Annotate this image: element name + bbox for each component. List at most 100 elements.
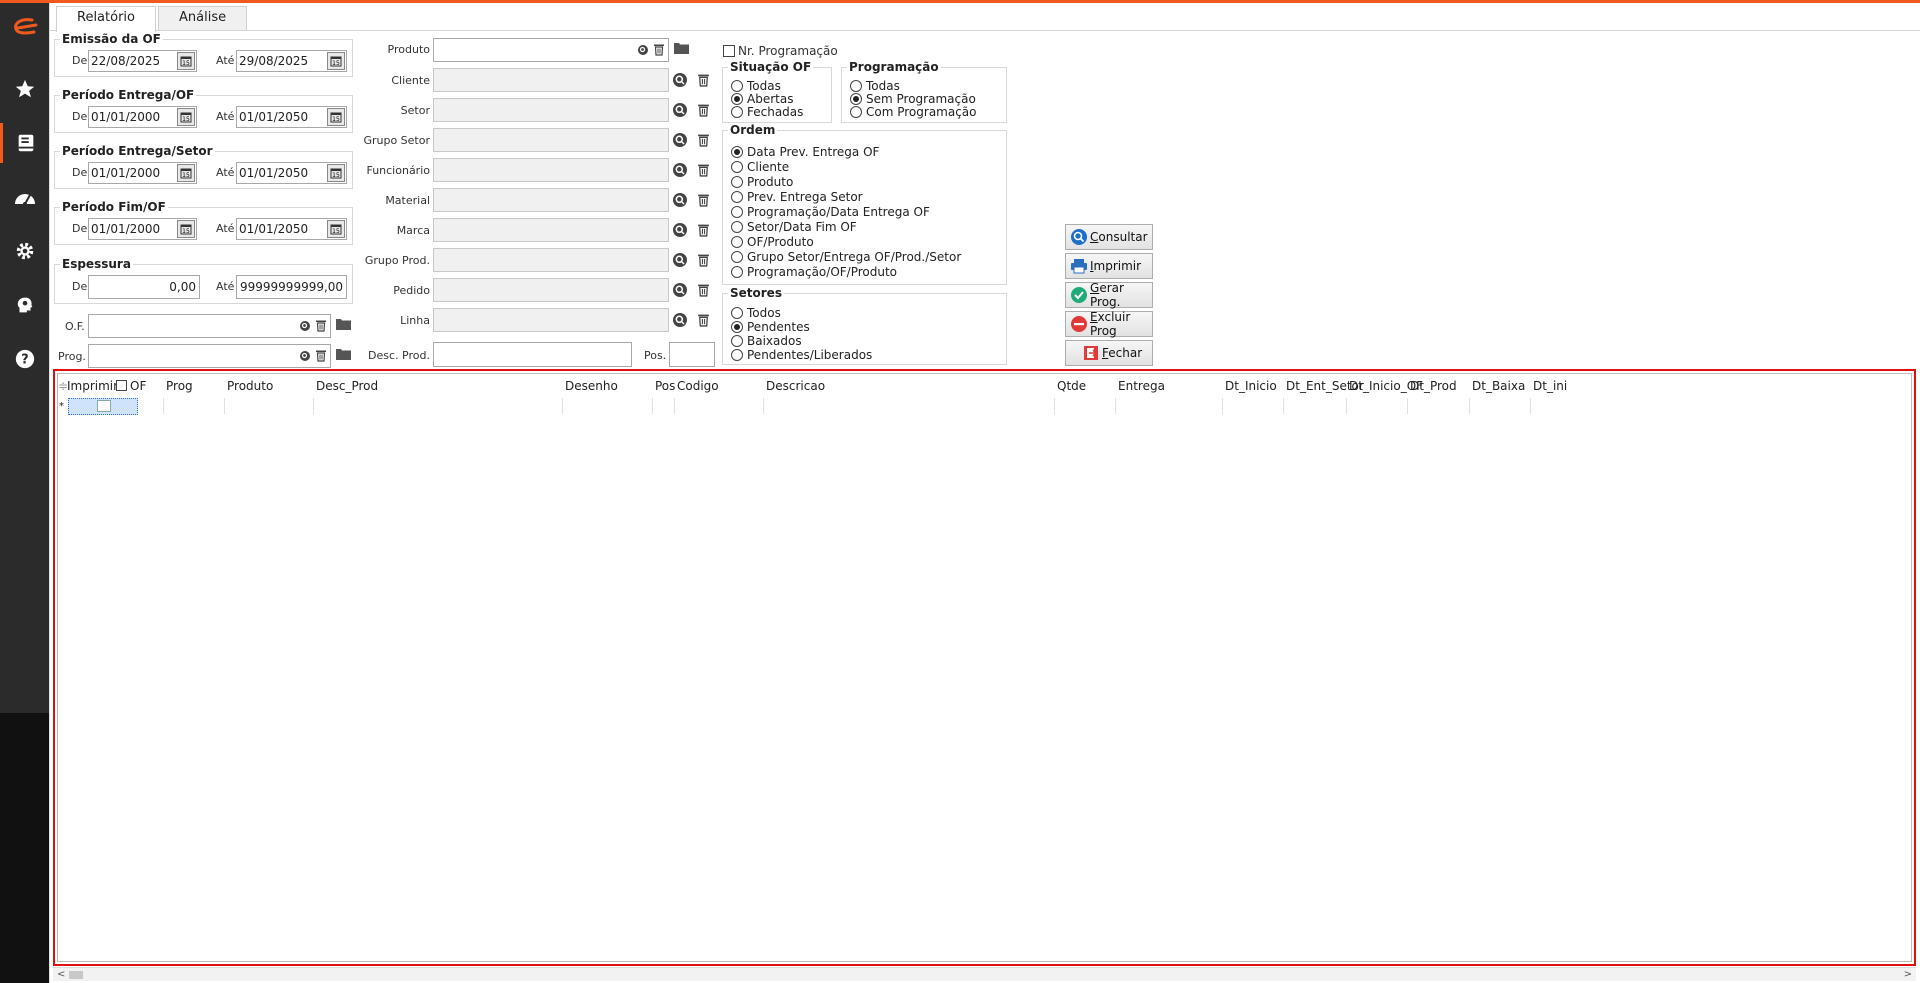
results-grid[interactable]: ≑ Imprimir OF Prog Produto Desc_Prod Des… (57, 373, 1912, 962)
trash-icon[interactable] (695, 312, 711, 328)
imprimir-button[interactable]: Imprimir (1065, 253, 1153, 279)
search-icon[interactable] (672, 132, 688, 148)
grupo-prod-input[interactable] (433, 248, 669, 272)
periodo-entrega-of-de-field[interactable]: 01/01/2000 15 (88, 106, 197, 128)
calendar-icon[interactable]: 15 (177, 52, 195, 70)
periodo-fim-of-ate-field[interactable]: 01/01/2050 15 (236, 218, 347, 240)
trash-icon[interactable] (651, 41, 667, 57)
trash-icon[interactable] (695, 162, 711, 178)
radio-circle[interactable] (731, 335, 743, 347)
search-icon[interactable] (635, 42, 651, 58)
search-icon[interactable] (672, 72, 688, 88)
calendar-icon[interactable]: 15 (177, 108, 195, 126)
calendar-icon[interactable]: 15 (177, 164, 195, 182)
programacao-com-radio[interactable]: Com Programação (850, 105, 977, 119)
trash-icon[interactable] (695, 132, 711, 148)
tab-relatorio[interactable]: Relatório (56, 6, 156, 32)
ordem-option-radio[interactable]: Cliente (731, 160, 789, 174)
horizontal-scrollbar[interactable]: < > (53, 967, 1916, 981)
radio-circle[interactable] (731, 349, 743, 361)
calendar-icon[interactable]: 15 (177, 220, 195, 238)
espessura-de-field[interactable]: 0,00 (88, 275, 200, 299)
calendar-icon[interactable]: 15 (327, 220, 345, 238)
radio-circle[interactable] (731, 106, 743, 118)
col-dt-ini[interactable]: Dt_ini (1533, 379, 1567, 393)
gerar-prog-button[interactable]: Gerar Prog. (1065, 281, 1153, 309)
trash-icon[interactable] (695, 102, 711, 118)
ordem-option-radio[interactable]: Prev. Entrega Setor (731, 190, 863, 204)
ordem-option-radio[interactable]: Programação/Data Entrega OF (731, 205, 930, 219)
setores-pendentes-liberados-radio[interactable]: Pendentes/Liberados (731, 348, 872, 362)
radio-circle[interactable] (731, 176, 743, 188)
marca-input[interactable] (433, 218, 669, 242)
radio-circle[interactable] (731, 236, 743, 248)
scroll-thumb[interactable] (69, 971, 83, 979)
col-prog[interactable]: Prog (166, 379, 193, 393)
ordem-option-radio[interactable]: Produto (731, 175, 793, 189)
col-entrega[interactable]: Entrega (1118, 379, 1165, 393)
periodo-entrega-setor-ate-field[interactable]: 01/01/2050 15 (236, 162, 347, 184)
search-icon[interactable] (672, 222, 688, 238)
trash-icon[interactable] (313, 317, 329, 333)
col-dt-inicio[interactable]: Dt_Inicio (1225, 379, 1277, 393)
programacao-sem-radio[interactable]: Sem Programação (850, 92, 976, 106)
funcionario-input[interactable] (433, 158, 669, 182)
fechar-button[interactable]: Fechar (1065, 340, 1153, 366)
search-icon[interactable] (672, 282, 688, 298)
scroll-left-icon[interactable]: < (57, 968, 65, 982)
trash-icon[interactable] (695, 192, 711, 208)
radio-circle[interactable] (731, 221, 743, 233)
new-row-cell[interactable] (68, 398, 138, 415)
calendar-icon[interactable]: 15 (327, 52, 345, 70)
col-desc-prod[interactable]: Desc_Prod (316, 379, 378, 393)
radio-circle[interactable] (731, 251, 743, 263)
col-dt-prod[interactable]: Dt_Prod (1410, 379, 1457, 393)
setores-baixados-radio[interactable]: Baixados (731, 334, 802, 348)
assistant-head-icon[interactable] (0, 285, 49, 325)
col-descricao[interactable]: Descricao (766, 379, 825, 393)
nr-programacao-checkbox[interactable] (723, 45, 735, 57)
radio-circle[interactable] (731, 321, 743, 333)
folder-icon[interactable] (335, 316, 351, 332)
col-qtde[interactable]: Qtde (1057, 379, 1086, 393)
radio-circle[interactable] (731, 93, 743, 105)
tab-analise[interactable]: Análise (158, 6, 248, 30)
calendar-icon[interactable]: 15 (327, 164, 345, 182)
radio-circle[interactable] (850, 106, 862, 118)
periodo-entrega-setor-de-field[interactable]: 01/01/2000 15 (88, 162, 197, 184)
radio-circle[interactable] (731, 266, 743, 278)
search-icon[interactable] (672, 252, 688, 268)
col-codigo[interactable]: Codigo (677, 379, 719, 393)
help-question-icon[interactable]: ? (0, 339, 49, 379)
ordem-option-radio[interactable]: Setor/Data Fim OF (731, 220, 857, 234)
radio-circle[interactable] (731, 146, 743, 158)
select-all-checkbox[interactable] (116, 380, 127, 391)
search-icon[interactable] (672, 312, 688, 328)
col-produto[interactable]: Produto (227, 379, 273, 393)
dashboard-gauge-icon[interactable] (0, 177, 49, 217)
emissao-ate-field[interactable]: 29/08/2025 15 (236, 50, 347, 72)
settings-gear-icon[interactable] (0, 231, 49, 271)
trash-icon[interactable] (313, 347, 329, 363)
situacao-todas-radio[interactable]: Todas (731, 79, 781, 93)
pedido-input[interactable] (433, 278, 669, 302)
espessura-ate-field[interactable]: 99999999999,00 (236, 275, 347, 299)
radio-circle[interactable] (731, 206, 743, 218)
trash-icon[interactable] (695, 222, 711, 238)
trash-icon[interactable] (695, 282, 711, 298)
favorites-star-icon[interactable] (0, 69, 49, 109)
search-icon[interactable] (297, 348, 313, 364)
ordem-option-radio[interactable]: OF/Produto (731, 235, 814, 249)
col-imprimir[interactable]: Imprimir (67, 379, 118, 393)
setores-pendentes-radio[interactable]: Pendentes (731, 320, 810, 334)
search-icon[interactable] (672, 162, 688, 178)
prog-input[interactable] (88, 344, 331, 368)
ordem-option-radio[interactable]: Programação/OF/Produto (731, 265, 897, 279)
linha-input[interactable] (433, 308, 669, 332)
ordem-option-radio[interactable]: Data Prev. Entrega OF (731, 145, 879, 159)
search-icon[interactable] (672, 102, 688, 118)
periodo-fim-of-de-field[interactable]: 01/01/2000 15 (88, 218, 197, 240)
app-logo[interactable] (0, 7, 49, 47)
search-icon[interactable] (297, 318, 313, 334)
pos-input[interactable] (669, 342, 715, 367)
